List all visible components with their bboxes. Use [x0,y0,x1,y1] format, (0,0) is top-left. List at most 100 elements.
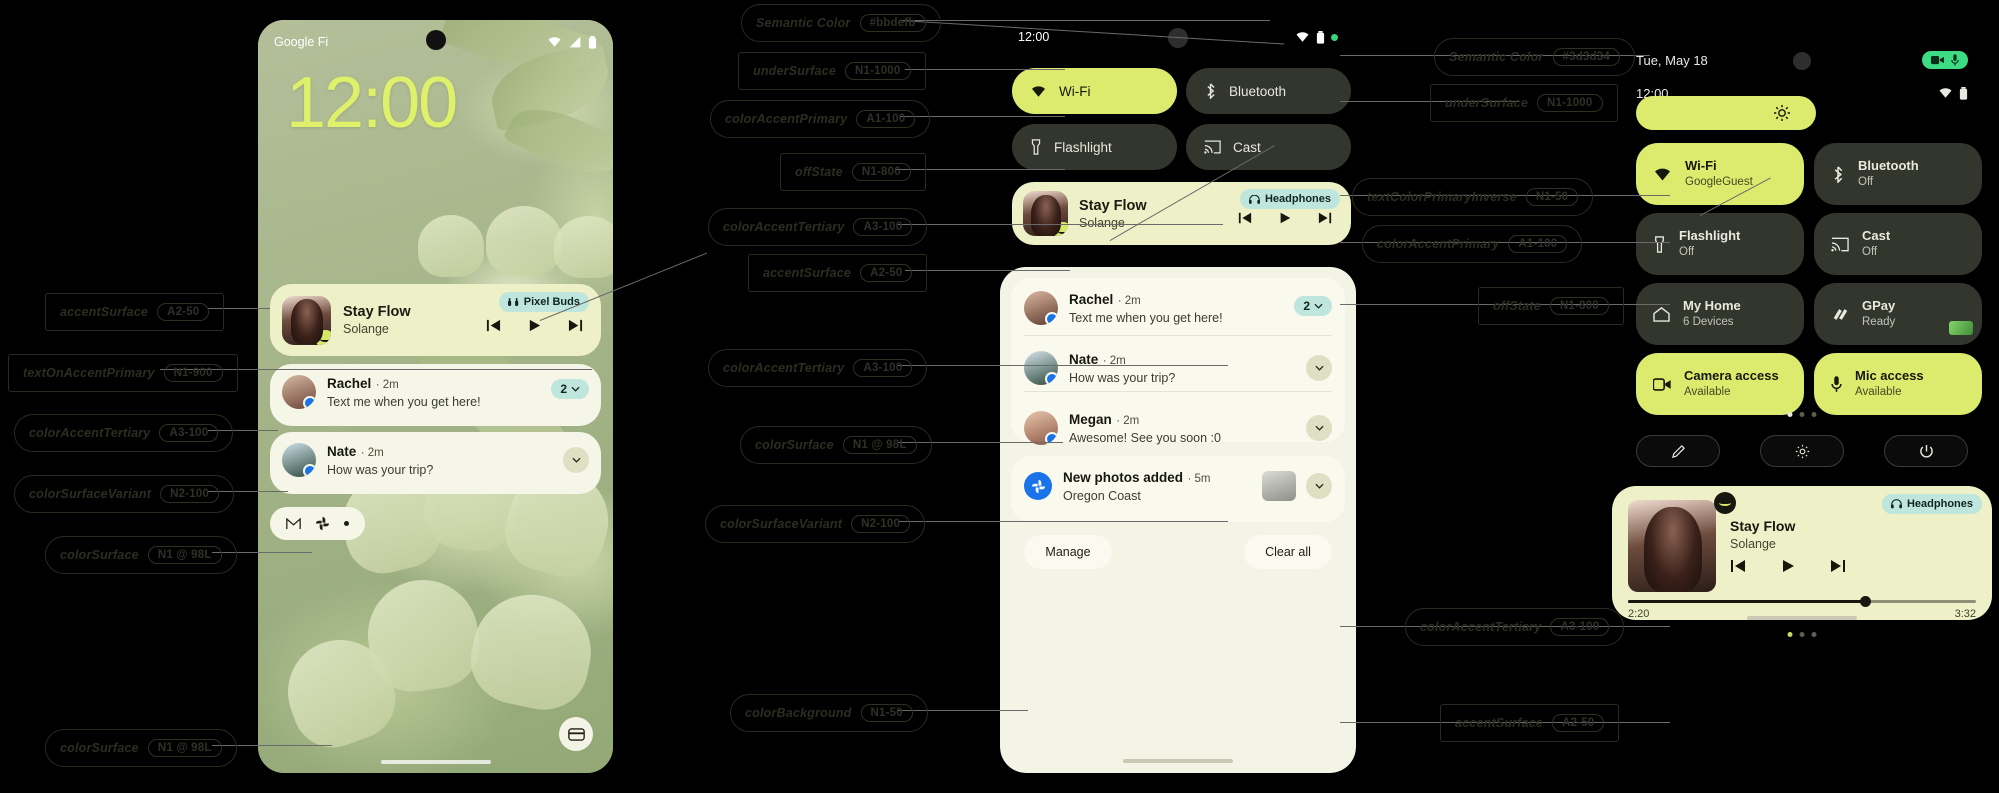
home-indicator [380,760,491,764]
annotation-label: colorAccentTertiary [1420,620,1542,634]
media-notification-card[interactable]: Stay Flow Solange Headphones [1012,182,1351,245]
annotation-label: accentSurface [1455,716,1544,730]
photos-icon[interactable] [315,516,330,531]
media-output-chip[interactable]: Pixel Buds [498,292,589,312]
qs-tile-mic-access[interactable]: Mic access Available [1814,353,1982,415]
progress-knob[interactable] [1859,596,1871,607]
settings-button[interactable] [1760,435,1844,467]
album-art [1628,500,1716,592]
gpay-icon [1833,308,1848,320]
media-dot-3[interactable] [1811,632,1817,637]
annotation-label: colorBackground [745,706,852,720]
divider [1024,335,1332,336]
annotation-token: N1 @ 98L [147,739,222,757]
qs-tile-camera-access[interactable]: Camera access Available [1636,353,1804,415]
page-dot-2[interactable] [1799,412,1805,417]
play-icon[interactable] [1780,558,1796,574]
annotation-token: A2-50 [1552,714,1605,732]
wallet-button[interactable] [559,717,593,751]
lockscreen-clock: 12:00 [286,63,458,143]
notification-photos[interactable]: New photos added · 5m Oregon Coast [1011,456,1345,522]
qs-tile-label: Wi-Fi [1685,157,1717,173]
expand-button[interactable] [1306,473,1332,499]
annotation-colorSurface: colorSurface N1 @ 98L [45,536,237,574]
notification-app-shelf[interactable] [270,507,365,540]
media-output-chip[interactable]: Headphones [1881,494,1982,514]
clear-all-button[interactable]: Clear all [1244,535,1332,569]
previous-icon[interactable] [1238,211,1252,225]
brightness-icon [1774,105,1790,121]
qs-tile-gpay[interactable]: GPay Ready [1814,283,1982,345]
power-button[interactable] [1884,435,1968,467]
notification-sender: Rachel [327,376,372,391]
annotation-colorAccentPrimary-right: colorAccentPrimary A1-100 [1362,225,1583,263]
qs-tile-my-home[interactable]: My Home 6 Devices [1636,283,1804,345]
qs-tile-flashlight[interactable]: Flashlight [1012,124,1177,170]
expand-button[interactable] [1306,415,1332,441]
qs-tile-cast[interactable]: Cast Off [1814,213,1982,275]
headphones-icon [1890,499,1902,509]
page-dot-3[interactable] [1811,412,1817,417]
qs-tile-bluetooth[interactable]: Bluetooth Off [1814,143,1982,205]
qs-tile-bluetooth[interactable]: Bluetooth [1186,68,1351,114]
notification-count: 2 [1303,299,1310,313]
previous-icon[interactable] [1730,558,1746,574]
notification-nate[interactable]: Nate · 2m How was your trip? [1011,338,1345,398]
bluetooth-icon [1207,83,1215,99]
notification-rachel[interactable]: Rachel · 2m Text me when you get here! 2 [270,364,601,426]
qs-tile-wifi[interactable]: Wi-Fi [1012,68,1177,114]
annotation-label: colorSurfaceVariant [29,487,152,501]
annotation-textOnAccentPrimary: textOnAccentPrimary N1-900 [8,354,238,392]
notification-time: · 5m [1187,473,1211,485]
qs-tile-label: GPay [1862,297,1896,313]
notification-count-badge[interactable]: 2 [1294,296,1332,316]
annotation-offState-right: offState N1-800 [1478,287,1624,325]
cast-icon [1204,140,1221,154]
previous-icon[interactable] [486,318,501,333]
qs-tile-label: Flashlight [1054,139,1112,155]
notification-sender: Megan [1069,412,1112,427]
privacy-chip[interactable] [1922,51,1968,69]
play-icon[interactable] [1278,211,1292,225]
media-controls[interactable] [1238,211,1340,225]
qs-tile-flashlight[interactable]: Flashlight Off [1636,213,1804,275]
media-controls[interactable] [1730,558,1846,574]
chevron-down-icon [571,457,581,463]
qs-tile-label: Wi-Fi [1059,83,1091,99]
avatar [282,375,316,409]
more-dot-icon[interactable] [344,521,349,526]
leader-line [900,20,1270,21]
media-page-dots[interactable] [1787,632,1817,637]
app-badge-icon [1045,432,1058,445]
edit-button[interactable] [1636,435,1720,467]
annotation-colorSurface-mid: colorSurface N1 @ 98L [740,426,932,464]
manage-button[interactable]: Manage [1024,535,1112,569]
media-controls[interactable] [486,318,589,333]
media-output-chip[interactable]: Headphones [1239,189,1340,209]
media-dot-1[interactable] [1787,632,1793,637]
expand-button[interactable] [563,447,589,473]
media-progress-slider[interactable] [1628,596,1976,607]
media-dot-2[interactable] [1799,632,1805,637]
next-icon[interactable] [568,318,583,333]
chevron-down-icon [571,386,580,392]
brightness-slider[interactable] [1636,96,1816,130]
page-indicator-dots[interactable] [1787,412,1817,417]
page-dot-1[interactable] [1787,412,1793,417]
notification-megan[interactable]: Megan · 2m Awesome! See you soon :0 [1011,398,1345,458]
next-icon[interactable] [1318,211,1332,225]
notification-rachel[interactable]: Rachel · 2m Text me when you get here! 2 [1011,278,1345,338]
annotation-token: A2-50 [157,303,210,321]
media-player-card[interactable]: Headphones Stay Flow Solange 2:20 3:32 [1612,486,1992,620]
annotation-semantic-color-right: Semantic Color #3d3d34 [1434,38,1635,76]
notification-nate[interactable]: Nate · 2m How was your trip? [270,432,601,494]
avatar [282,443,316,477]
notification-count-badge[interactable]: 2 [551,379,589,399]
annotation-token: N2-100 [160,485,220,503]
notification-body: Text me when you get here! [327,395,481,409]
gear-icon [1795,444,1809,458]
next-icon[interactable] [1830,558,1846,574]
media-notification-card[interactable]: Stay Flow Solange Pixel Buds [270,284,601,356]
expand-button[interactable] [1306,355,1332,381]
gmail-icon[interactable] [286,517,301,530]
